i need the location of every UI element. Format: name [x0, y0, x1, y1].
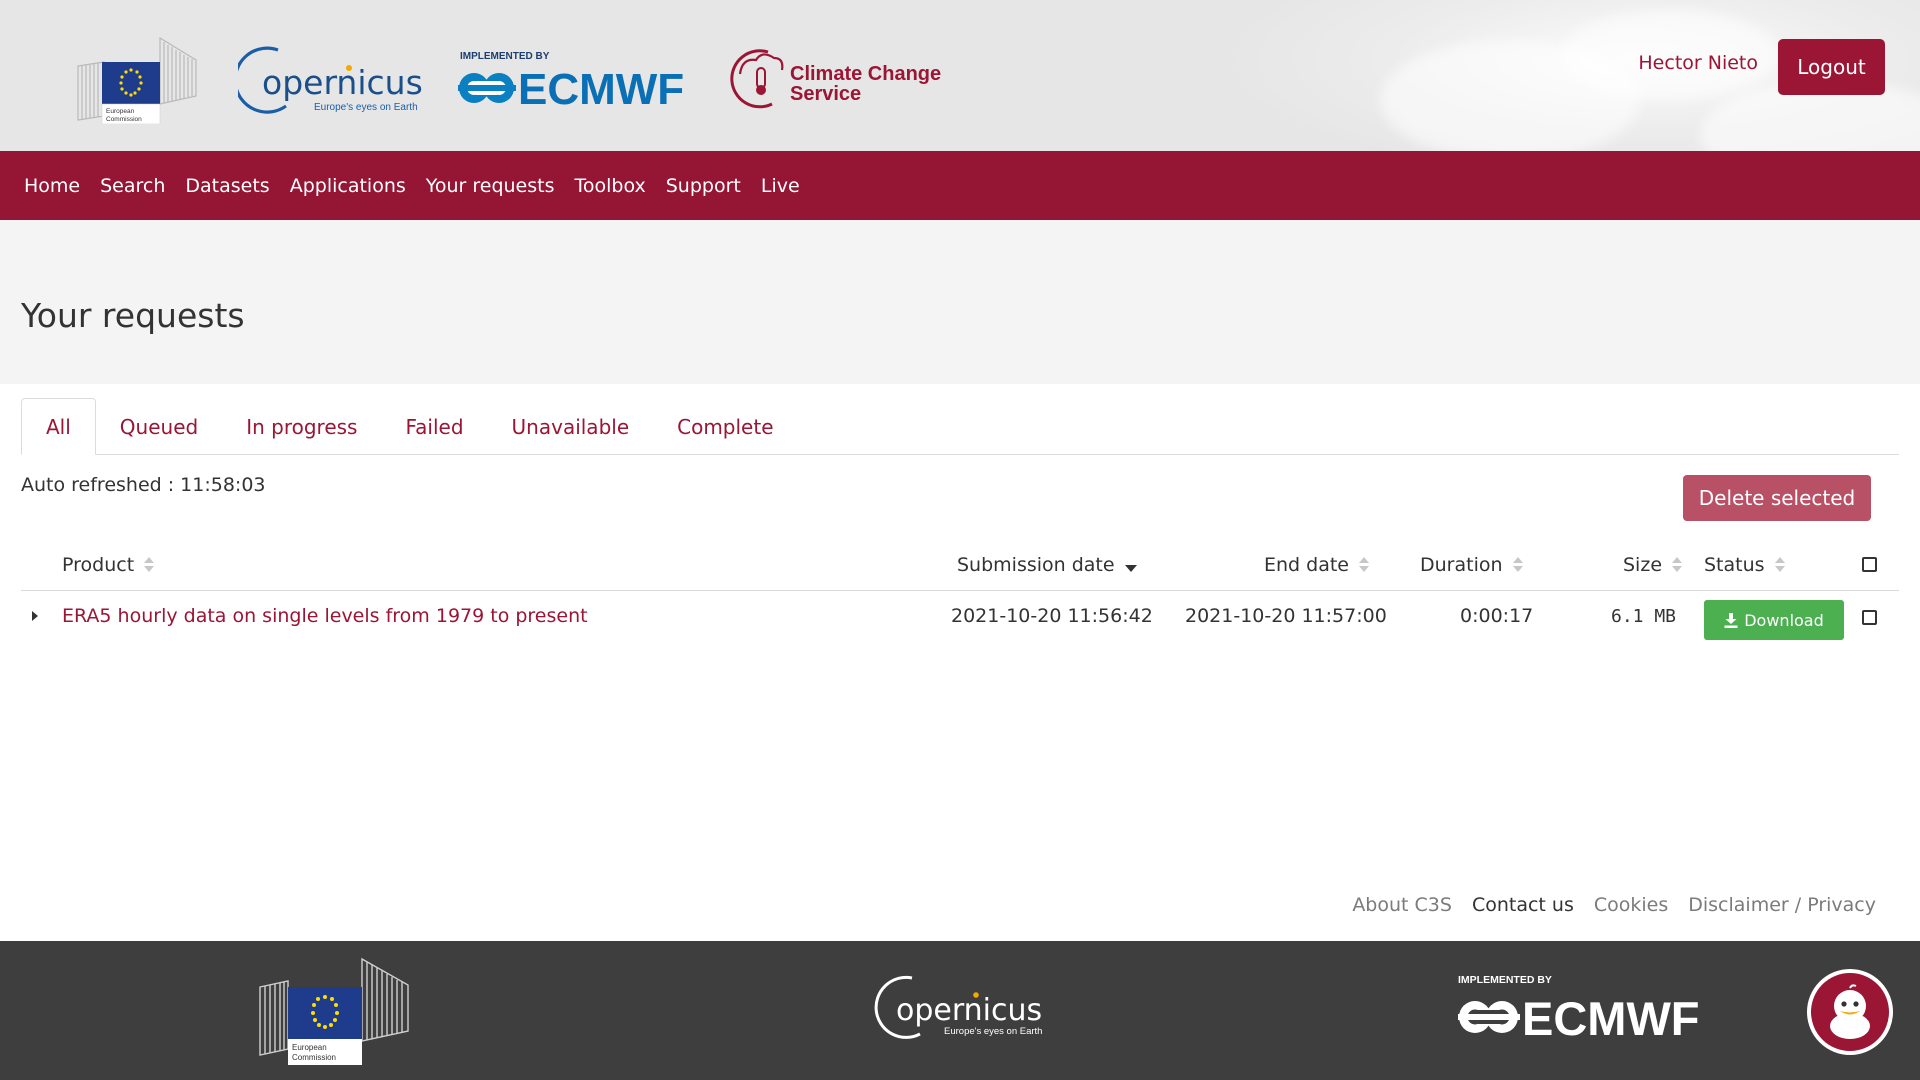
footer-link-cookies[interactable]: Cookies — [1594, 894, 1668, 916]
tab-failed[interactable]: Failed — [381, 398, 487, 455]
column-header-product[interactable]: Product — [62, 554, 155, 576]
footer-ecmwf-logo[interactable]: IMPLEMENTED BY ECMWF — [1458, 971, 1716, 1045]
auto-refresh-status: Auto refreshed : 11:58:03 — [21, 474, 266, 496]
svg-text:Europe's eyes on Earth: Europe's eyes on Earth — [944, 1026, 1042, 1037]
column-header-submission-date-label: Submission date — [957, 554, 1115, 576]
nav-item-your-requests[interactable]: Your requests — [416, 175, 565, 197]
sort-icon[interactable] — [1774, 557, 1786, 573]
svg-text:IMPLEMENTED BY: IMPLEMENTED BY — [1458, 974, 1552, 986]
footer-european-commission-logo[interactable]: European Commission — [258, 957, 410, 1067]
column-header-duration[interactable]: Duration — [1420, 554, 1524, 576]
svg-text:Service: Service — [790, 83, 861, 105]
svg-text:Climate Change: Climate Change — [790, 63, 941, 85]
table-row: ERA5 hourly data on single levels from 1… — [21, 591, 1899, 643]
checkbox-icon[interactable] — [1862, 557, 1877, 572]
nav-item-search[interactable]: Search — [90, 175, 175, 197]
sort-icon[interactable] — [1672, 557, 1683, 573]
column-header-end-date[interactable]: End date — [1264, 554, 1370, 576]
footer-copernicus-logo[interactable]: opernicus Europe's eyes on Earth — [874, 972, 1044, 1044]
main-navbar: Home Search Datasets Applications Your r… — [0, 151, 1920, 220]
svg-text:IMPLEMENTED BY: IMPLEMENTED BY — [460, 51, 550, 62]
svg-text:ECMWF: ECMWF — [1522, 992, 1700, 1043]
download-button-label: Download — [1744, 610, 1824, 630]
column-header-submission-date[interactable]: Submission date — [957, 554, 1137, 576]
svg-text:Europe's eyes on Earth: Europe's eyes on Earth — [314, 102, 418, 113]
duration-cell: 0:00:17 — [1460, 605, 1534, 627]
download-button[interactable]: Download — [1704, 600, 1844, 640]
svg-text:opernicus: opernicus — [262, 63, 423, 102]
site-header: European Commission opernicus Europe's e… — [0, 0, 1920, 151]
svg-text:opernicus: opernicus — [896, 993, 1042, 1028]
copernicus-logo[interactable]: opernicus Europe's eyes on Earth — [233, 44, 424, 116]
requests-table: Product Submission date End date Duratio… — [21, 542, 1899, 643]
climate-change-service-logo[interactable]: Climate Change Service — [722, 44, 942, 114]
ecmwf-logo[interactable]: IMPLEMENTED BY ECMWF — [458, 48, 694, 114]
user-name-link[interactable]: Hector Nieto — [1638, 52, 1758, 74]
page-title-band: Your requests — [0, 220, 1920, 384]
sort-down-icon[interactable] — [1124, 564, 1137, 572]
column-header-end-date-label: End date — [1264, 554, 1349, 576]
select-all-checkbox[interactable] — [1862, 557, 1877, 572]
tab-in-progress[interactable]: In progress — [222, 398, 381, 455]
nav-item-support[interactable]: Support — [656, 175, 751, 197]
tab-unavailable[interactable]: Unavailable — [488, 398, 654, 455]
tab-all[interactable]: All — [21, 398, 96, 455]
tab-queued[interactable]: Queued — [96, 398, 222, 455]
column-header-status-label: Status — [1704, 554, 1765, 576]
svg-text:ECMWF: ECMWF — [518, 65, 684, 110]
column-header-status[interactable]: Status — [1704, 554, 1786, 576]
svg-text:Commission: Commission — [106, 116, 142, 123]
logout-button[interactable]: Logout — [1778, 39, 1885, 95]
svg-text:European: European — [106, 108, 135, 115]
page-title: Your requests — [21, 296, 245, 335]
chat-assistant-button[interactable] — [1807, 969, 1893, 1055]
product-link[interactable]: ERA5 hourly data on single levels from 1… — [62, 605, 588, 627]
row-select-checkbox[interactable] — [1862, 608, 1877, 630]
nav-item-toolbox[interactable]: Toolbox — [565, 175, 656, 197]
nav-item-home[interactable]: Home — [14, 175, 90, 197]
download-icon — [1724, 612, 1738, 628]
svg-text:Commission: Commission — [292, 1053, 336, 1062]
request-status-tabs: All Queued In progress Failed Unavailabl… — [21, 398, 1899, 455]
sort-icon[interactable] — [1359, 557, 1370, 573]
sort-icon[interactable] — [1512, 557, 1524, 573]
footer-link-disclaimer[interactable]: Disclaimer / Privacy — [1688, 894, 1876, 916]
end-date-cell: 2021-10-20 11:57:00 — [1185, 605, 1387, 627]
submission-date-cell: 2021-10-20 11:56:42 — [951, 605, 1153, 627]
delete-selected-button[interactable]: Delete selected — [1683, 475, 1871, 521]
expand-arrow-icon[interactable] — [32, 611, 38, 621]
sort-icon[interactable] — [144, 557, 155, 573]
site-footer: European Commission opernicus Europe's e… — [0, 941, 1920, 1080]
footer-link-contact[interactable]: Contact us — [1472, 894, 1574, 916]
nav-item-live[interactable]: Live — [751, 175, 810, 197]
footer-links: About C3S Contact us Cookies Disclaimer … — [1352, 894, 1876, 916]
nav-item-datasets[interactable]: Datasets — [175, 175, 279, 197]
column-header-size[interactable]: Size — [1623, 554, 1683, 576]
chat-mascot-icon — [1830, 984, 1870, 1039]
checkbox-icon[interactable] — [1862, 610, 1877, 625]
column-header-product-label: Product — [62, 554, 135, 576]
column-header-size-label: Size — [1623, 554, 1663, 576]
column-header-duration-label: Duration — [1420, 554, 1503, 576]
european-commission-logo[interactable]: European Commission — [76, 36, 198, 125]
table-header-row: Product Submission date End date Duratio… — [21, 542, 1899, 591]
svg-text:European: European — [292, 1043, 327, 1052]
nav-item-applications[interactable]: Applications — [280, 175, 416, 197]
footer-link-about[interactable]: About C3S — [1352, 894, 1452, 916]
size-cell: 6.1 MB — [1611, 606, 1677, 627]
tab-complete[interactable]: Complete — [653, 398, 797, 455]
